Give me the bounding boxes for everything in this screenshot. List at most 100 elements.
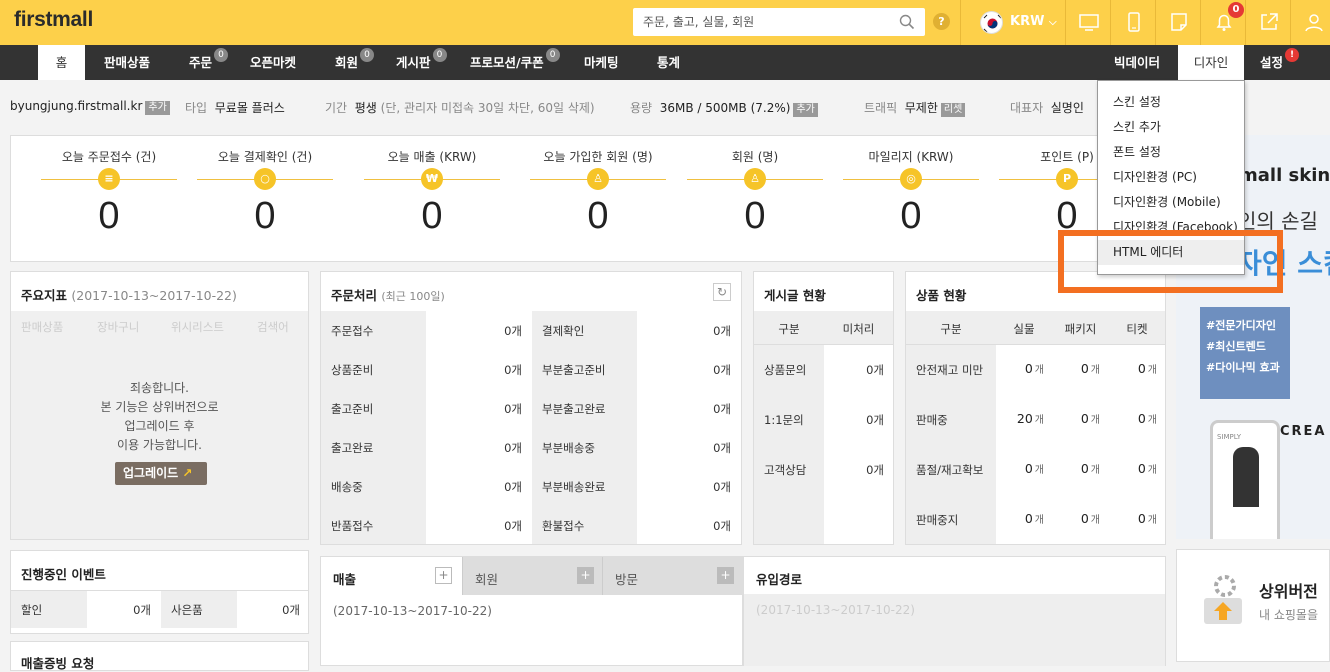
nav-label: 마케팅 <box>584 55 619 70</box>
order-status-count[interactable]: 0개 <box>637 479 731 495</box>
nav-promotion[interactable]: 프로모션/쿠폰 0 <box>470 45 560 80</box>
events-panel: 진행중인 이벤트 할인 0개 사은품 0개 <box>10 550 309 634</box>
order-status-count[interactable]: 0개 <box>637 518 731 534</box>
product-count[interactable]: 20 개 <box>996 411 1044 426</box>
stat-card[interactable]: 회원 (명) ♙ 0 <box>677 148 833 236</box>
order-status-count[interactable]: 0개 <box>426 362 522 378</box>
stat-value: 0 <box>900 195 922 237</box>
product-count[interactable]: 0개 <box>1052 461 1100 476</box>
order-status-count[interactable]: 0개 <box>637 362 731 378</box>
nav-label: 빅데이터 <box>1114 55 1161 70</box>
product-count[interactable]: 0개 <box>996 461 1044 476</box>
search-box[interactable] <box>633 8 925 36</box>
monitor-icon[interactable] <box>1077 10 1101 34</box>
tab-cart: 장바구니 <box>97 320 140 334</box>
board-row-count[interactable]: 0개 <box>824 412 884 428</box>
order-status-count[interactable]: 0개 <box>426 518 522 534</box>
board-row-count[interactable]: 0개 <box>824 462 884 478</box>
menu-skin-add[interactable]: 스킨 추가 <box>1098 115 1244 140</box>
nav-orders[interactable]: 주문 0 <box>189 45 229 80</box>
product-count[interactable]: 0개 <box>996 361 1044 376</box>
nav-home[interactable]: 홈 <box>38 45 85 80</box>
logo[interactable]: firstmall <box>14 8 93 32</box>
divider <box>1155 0 1156 45</box>
product-count[interactable]: 0개 <box>1052 361 1100 376</box>
menu-font-settings[interactable]: 폰트 설정 <box>1098 140 1244 165</box>
help-icon[interactable]: ? <box>933 13 950 30</box>
korea-flag-icon[interactable] <box>980 11 1003 34</box>
header-category: 구분 <box>940 322 962 336</box>
unit-label: 개 <box>1034 365 1044 376</box>
product-count[interactable]: 0개 <box>1109 411 1157 426</box>
notification-badge: 0 <box>1228 2 1244 18</box>
search-icon[interactable] <box>899 14 915 30</box>
product-count[interactable]: 0개 <box>1052 511 1100 526</box>
event-discount-value[interactable]: 0개 <box>87 602 151 618</box>
nav-board[interactable]: 게시판 0 <box>396 45 447 80</box>
menu-skin-settings[interactable]: 스킨 설정 <box>1098 90 1244 115</box>
board-header: 구분 미처리 <box>754 311 893 345</box>
nav-statistics[interactable]: 통계 <box>657 45 680 80</box>
menu-design-mobile[interactable]: 디자인환경 (Mobile) <box>1098 190 1244 215</box>
tab-visits[interactable]: 방문 + <box>602 557 742 595</box>
product-count[interactable]: 0개 <box>1109 511 1157 526</box>
phone-brand: SIMPLY <box>1217 433 1242 441</box>
nav-design[interactable]: 디자인 <box>1178 45 1244 80</box>
notice-line: 죄송합니다. <box>129 381 189 395</box>
add-capacity-button[interactable]: 추가 <box>793 103 818 117</box>
nav-products[interactable]: 판매상품 <box>104 45 150 80</box>
product-count[interactable]: 0개 <box>1052 411 1100 426</box>
user-icon[interactable] <box>1302 10 1326 34</box>
divider <box>1065 0 1066 45</box>
nav-label: 프로모션/쿠폰 <box>470 55 544 70</box>
plus-icon[interactable]: + <box>577 567 594 584</box>
stat-card[interactable]: 마일리지 (KRW) ◎ 0 <box>833 148 989 236</box>
order-status-count[interactable]: 0개 <box>637 440 731 456</box>
nav-marketing[interactable]: 마케팅 <box>584 45 619 80</box>
add-domain-button[interactable]: 추가 <box>145 101 170 115</box>
nav-bigdata[interactable]: 빅데이터 <box>1114 45 1160 80</box>
event-gift-value[interactable]: 0개 <box>237 602 300 618</box>
nav-settings[interactable]: 설정! <box>1260 45 1300 80</box>
board-row-count[interactable]: 0개 <box>824 362 884 378</box>
order-status-count[interactable]: 0개 <box>426 323 522 339</box>
plus-icon[interactable]: + <box>717 567 734 584</box>
order-status-count[interactable]: 0개 <box>426 401 522 417</box>
order-status-count[interactable]: 0개 <box>637 401 731 417</box>
currency-selector[interactable]: KRW ⌵ <box>1010 14 1057 29</box>
product-count[interactable]: 0개 <box>1109 461 1157 476</box>
stat-label: 오늘 가입한 회원 (명) <box>543 150 653 164</box>
refresh-icon[interactable]: ↻ <box>713 283 731 301</box>
search-input[interactable] <box>633 8 883 36</box>
period-note: (단, 관리자 미접속 30일 차단, 60일 삭제) <box>380 101 595 115</box>
stat-card[interactable]: 오늘 가입한 회원 (명) ♙ 0 <box>520 148 676 236</box>
order-status-count[interactable]: 0개 <box>426 440 522 456</box>
memo-icon[interactable] <box>1167 10 1191 34</box>
plus-icon[interactable]: + <box>435 567 452 584</box>
mobile-icon[interactable] <box>1122 10 1146 34</box>
order-status-label: 부분배송중 <box>542 441 595 455</box>
nav-badge: 0 <box>360 48 375 62</box>
stat-label: 회원 (명) <box>731 150 779 164</box>
tab-sales[interactable]: 매출 + <box>321 557 462 595</box>
order-status-count[interactable]: 0개 <box>426 479 522 495</box>
domain-info: byungjung.firstmall.kr 추가 <box>10 99 170 115</box>
product-count[interactable]: 0개 <box>1109 361 1157 376</box>
upgrade-banner[interactable]: 상위버전 내 쇼핑몰을 <box>1176 549 1330 662</box>
external-link-icon[interactable] <box>1257 10 1281 34</box>
stat-card[interactable]: 오늘 결제확인 (건) ○ 0 <box>187 148 343 236</box>
board-row-label: 상품문의 <box>764 363 807 377</box>
menu-design-pc[interactable]: 디자인환경 (PC) <box>1098 165 1244 190</box>
reset-traffic-button[interactable]: 리셋 <box>940 103 966 117</box>
nav-openmarket[interactable]: 오픈마켓 <box>250 45 296 80</box>
key-metrics-body: 판매상품 장바구니 위시리스트 검색어 죄송합니다. 본 기능은 상위버전으로 … <box>11 311 308 539</box>
tab-members[interactable]: 회원 + <box>462 557 602 595</box>
order-status-count[interactable]: 0개 <box>637 323 731 339</box>
divider <box>1110 0 1111 45</box>
stat-card[interactable]: 오늘 매출 (KRW) ₩0 <box>354 148 510 236</box>
upgrade-button[interactable]: 업그레이드 ↗ <box>115 462 207 485</box>
stat-card[interactable]: 오늘 주문접수 (건) ≡ 0 <box>31 148 187 236</box>
domain-value: byungjung.firstmall.kr <box>10 99 143 113</box>
product-count[interactable]: 0개 <box>996 511 1044 526</box>
nav-members[interactable]: 회원 0 <box>335 45 375 80</box>
